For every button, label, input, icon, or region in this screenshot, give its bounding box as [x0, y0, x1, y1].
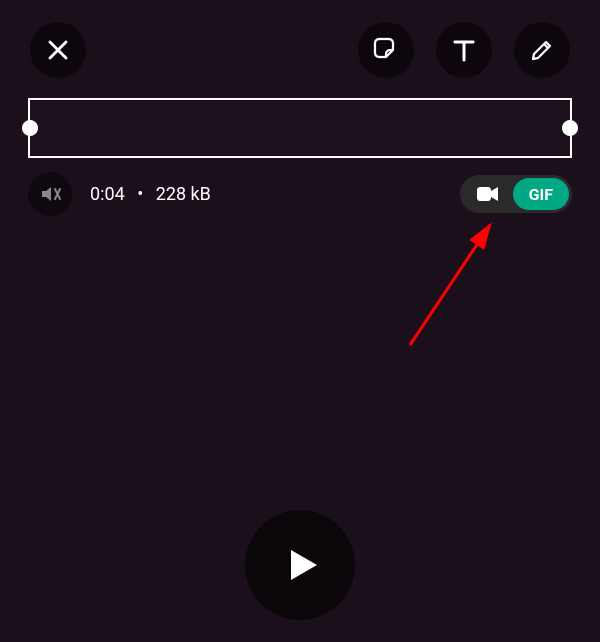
- duration-text: 0:04: [90, 184, 125, 205]
- pencil-icon: [529, 37, 555, 63]
- toggle-gif-option[interactable]: GIF: [513, 178, 569, 210]
- play-icon: [277, 542, 323, 588]
- trim-handle-start[interactable]: [22, 120, 38, 136]
- draw-tool-button[interactable]: [514, 22, 570, 78]
- meta-separator: •: [137, 184, 143, 205]
- top-toolbar: [0, 20, 600, 80]
- filesize-text: 228 kB: [156, 184, 211, 205]
- toggle-video-option[interactable]: [463, 178, 513, 210]
- sticker-button[interactable]: [358, 22, 414, 78]
- video-gif-toggle[interactable]: GIF: [460, 175, 572, 213]
- mute-icon: [38, 182, 62, 206]
- gif-label: GIF: [529, 185, 553, 204]
- info-row: 0:04 • 228 kB GIF: [28, 172, 572, 216]
- play-button[interactable]: [245, 510, 355, 620]
- text-tool-button[interactable]: [436, 22, 492, 78]
- video-trim-bar[interactable]: [28, 98, 572, 158]
- sticker-icon: [372, 36, 400, 64]
- text-icon: [450, 36, 478, 64]
- mute-button[interactable]: [28, 172, 72, 216]
- close-button[interactable]: [30, 22, 86, 78]
- trim-handle-end[interactable]: [562, 120, 578, 136]
- annotation-arrow: [400, 215, 520, 355]
- video-icon: [477, 186, 499, 202]
- top-right-tools: [358, 22, 570, 78]
- video-meta: 0:04 • 228 kB: [90, 184, 211, 205]
- close-icon: [46, 38, 70, 62]
